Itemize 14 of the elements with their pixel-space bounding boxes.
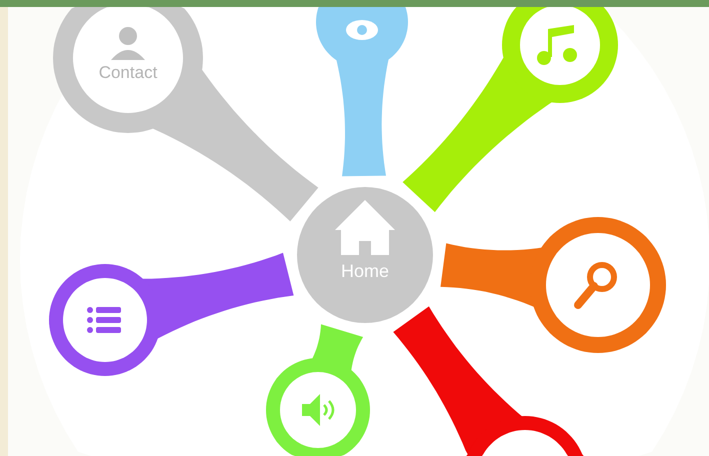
eye-bubble[interactable]: [316, 7, 408, 176]
list-bubble[interactable]: [49, 252, 294, 376]
eye-icon: [346, 20, 378, 40]
search-bubble[interactable]: [440, 217, 666, 353]
contact-bubble[interactable]: [53, 7, 318, 222]
magnifier-icon: [574, 262, 617, 309]
list-icon: [87, 307, 121, 333]
speaker-bubble[interactable]: [266, 324, 370, 456]
person-icon: [111, 27, 145, 60]
speaker-icon: [302, 394, 334, 426]
home-icon: [335, 200, 395, 255]
contact-label: Contact: [98, 63, 158, 82]
music-bubble[interactable]: [402, 7, 618, 212]
music-note-icon: [537, 25, 577, 65]
